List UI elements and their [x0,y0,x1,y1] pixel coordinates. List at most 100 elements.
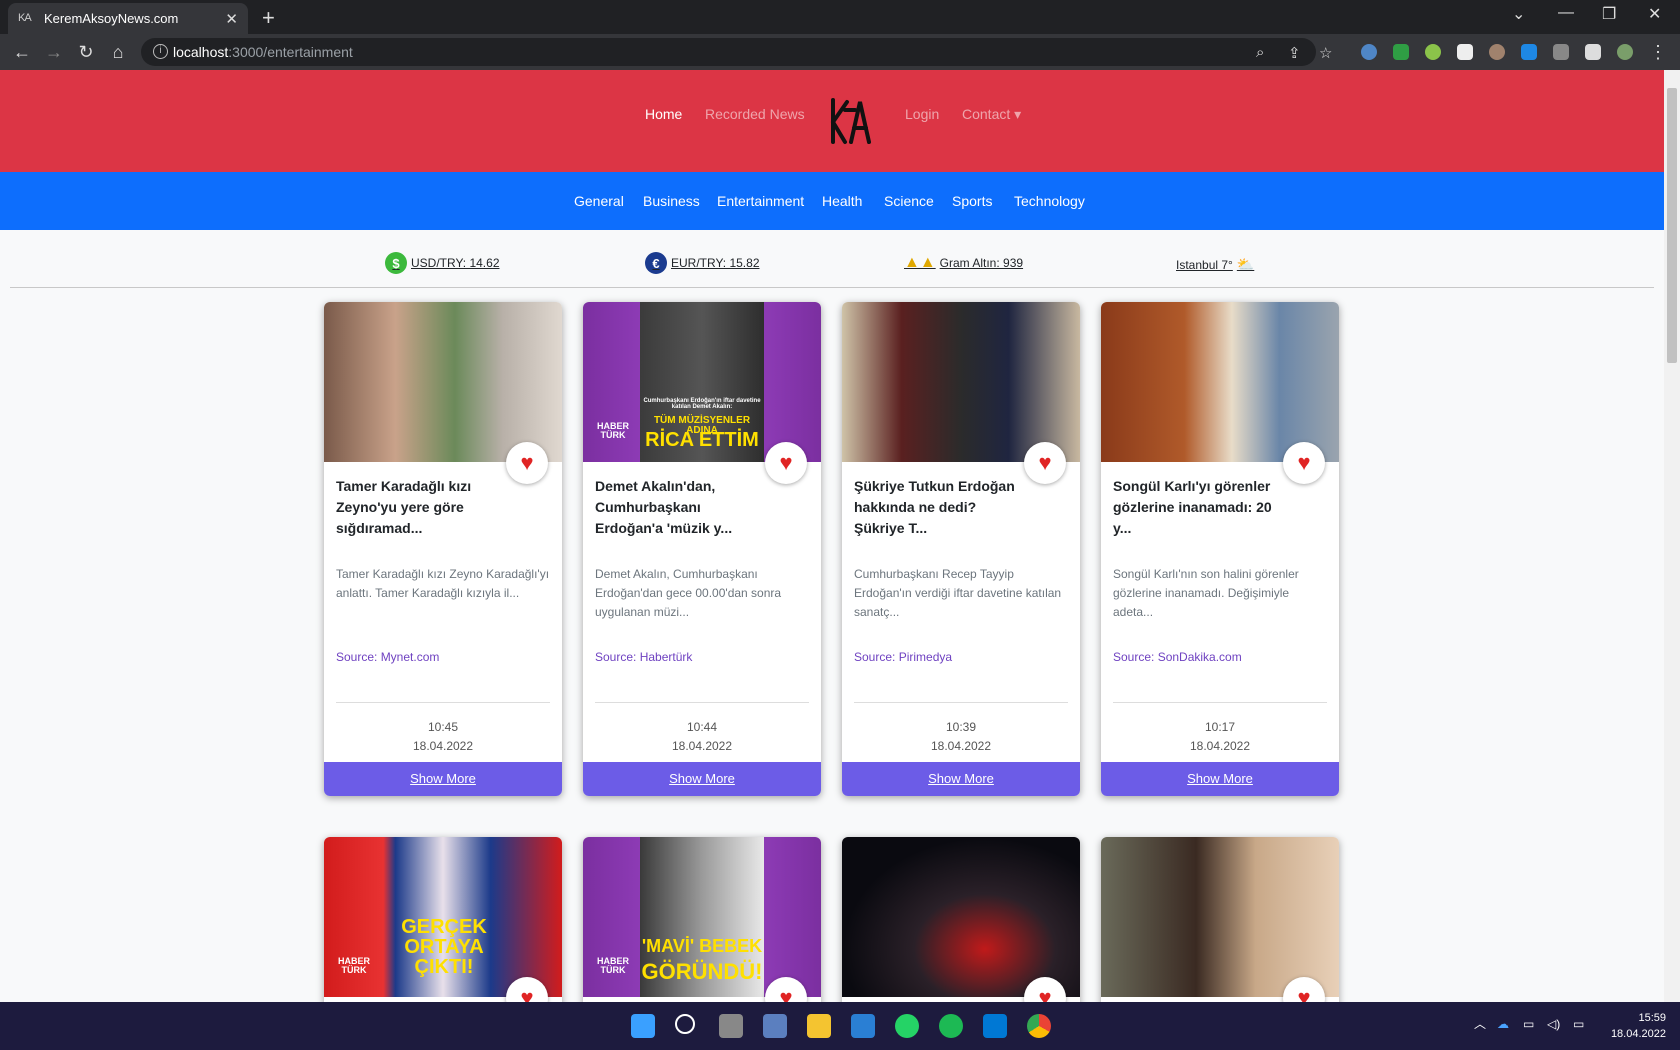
web-page: Home Recorded News Login Contact ▾ Gener… [0,70,1664,1002]
news-description: Cumhurbaşkanı Recep Tayyip Erdoğan'ın ve… [854,567,1062,619]
site-logo[interactable] [825,90,875,152]
file-explorer-icon[interactable] [807,1014,831,1038]
network-icon[interactable]: ▭ [1523,1016,1534,1032]
category-general-link[interactable]: General [574,193,624,209]
mail-icon[interactable] [851,1014,875,1038]
news-image[interactable]: 'MAVİ' BEBEK GÖRÜNDÜ! HABER TÜRK [583,837,821,997]
site-info-icon[interactable]: i [153,44,168,59]
browser-tab[interactable]: KA KeremAksoyNews.com ✕ [8,3,248,34]
back-icon[interactable]: ← [12,42,32,63]
usd-rate-link[interactable]: $ USD/TRY: 14.62 [385,252,500,274]
vscode-icon[interactable] [983,1014,1007,1038]
whatsapp-icon[interactable] [895,1014,919,1038]
news-date: 18.04.2022 [412,739,474,753]
news-title[interactable]: Tamer Karadağlı kızı Zeyno'yu yere göre … [336,476,506,539]
weather-link[interactable]: Istanbul 7° ⛅ [1176,256,1254,273]
news-card: Cumhurbaşkanı Erdoğan'ın iftar davetine … [583,302,821,796]
category-business-link[interactable]: Business [643,193,700,209]
news-title[interactable]: Şükriye Tutkun Erdoğan hakkında ne dedi?… [854,476,1024,539]
spotify-icon[interactable] [939,1014,963,1038]
image-caption-big2: RİCA ETTİM [645,429,759,451]
euro-icon: € [645,252,667,274]
profile-avatar[interactable] [1617,44,1633,60]
scrollbar-thumb[interactable] [1667,88,1677,363]
browser-tab-strip: KA KeremAksoyNews.com ✕ + ⌄ — ❐ ✕ [0,0,1680,34]
extension-1-icon[interactable] [1361,44,1377,60]
news-card: ♥ [1101,837,1339,1002]
news-image[interactable] [324,302,562,462]
new-tab-icon[interactable]: + [262,5,275,31]
nav-home-link[interactable]: Home [645,106,682,122]
haberturk-logo: HABER TÜRK [337,956,370,975]
start-icon[interactable] [631,1014,655,1038]
minimize-icon[interactable]: — [1558,4,1574,22]
side-panel-icon[interactable] [1585,44,1601,60]
extension-vpn-icon[interactable] [1521,44,1537,60]
maximize-icon[interactable]: ❐ [1602,4,1616,24]
reload-icon[interactable]: ↻ [76,42,96,63]
battery-icon[interactable]: ▭ [1573,1016,1584,1032]
gold-rate-link[interactable]: ▲▲ Gram Altın: 939 [904,254,1023,272]
news-image[interactable] [842,837,1080,997]
divider [1113,702,1327,703]
news-time: 10:39 [945,720,977,734]
info-ticker: $ USD/TRY: 14.62 € EUR/TRY: 15.82 ▲▲ Gra… [0,230,1664,286]
tab-search-icon[interactable]: ⌄ [1512,4,1525,24]
system-clock[interactable]: 15:59 18.04.2022 [1598,1010,1666,1042]
search-icon[interactable] [675,1014,695,1034]
news-image[interactable]: GERÇEK ORTAYA ÇIKTI! HABER TÜRK [324,837,562,997]
onedrive-icon[interactable]: ☁ [1497,1016,1509,1032]
forward-icon[interactable]: → [44,42,64,63]
extensions-puzzle-icon[interactable] [1553,44,1569,60]
menu-kebab-icon[interactable]: ⋮ [1648,42,1668,63]
extension-shield-icon[interactable] [1393,44,1409,60]
favorite-heart-icon[interactable]: ♥ [506,442,548,484]
tray-chevron-icon[interactable]: ︿ [1474,1016,1486,1032]
nav-recorded-news-link[interactable]: Recorded News [705,106,805,122]
extension-5-icon[interactable] [1489,44,1505,60]
category-science-link[interactable]: Science [884,193,934,209]
nav-contact-dropdown[interactable]: Contact ▾ [962,106,1021,123]
news-title[interactable]: Demet Akalın'dan, Cumhurbaşkanı Erdoğan'… [595,476,765,539]
news-title[interactable]: Songül Karlı'yı görenler gözlerine inana… [1113,476,1283,539]
news-image[interactable] [842,302,1080,462]
extension-3-icon[interactable] [1425,44,1441,60]
bookmark-star-icon[interactable]: ☆ [1319,44,1332,62]
share-icon[interactable]: ⇪ [1288,44,1301,62]
news-card: 'MAVİ' BEBEK GÖRÜNDÜ! HABER TÜRK ♥ [583,837,821,1002]
category-sports-link[interactable]: Sports [952,193,992,209]
favorite-heart-icon[interactable]: ♥ [1024,442,1066,484]
news-image[interactable] [1101,837,1339,997]
chrome-icon[interactable] [1027,1014,1051,1038]
news-card: GERÇEK ORTAYA ÇIKTI! HABER TÜRK ♥ [324,837,562,1002]
favorite-heart-icon[interactable]: ♥ [1283,442,1325,484]
show-more-button[interactable]: Show More [583,762,821,796]
eur-rate-text: EUR/TRY: 15.82 [671,256,760,270]
news-date: 18.04.2022 [930,739,992,753]
eur-rate-link[interactable]: € EUR/TRY: 15.82 [645,252,760,274]
clock-time: 15:59 [1638,1012,1666,1024]
news-source: Source: Habertürk [595,650,693,664]
category-health-link[interactable]: Health [822,193,862,209]
divider [854,702,1068,703]
window-close-icon[interactable]: ✕ [1648,4,1661,24]
nav-login-link[interactable]: Login [905,106,939,122]
show-more-button[interactable]: Show More [1101,762,1339,796]
favorite-heart-icon[interactable]: ♥ [765,442,807,484]
news-card: ♥ [842,837,1080,1002]
zoom-icon[interactable]: ⌕ [1256,44,1264,61]
extension-b-icon[interactable] [1457,44,1473,60]
category-technology-link[interactable]: Technology [1014,193,1085,209]
close-tab-icon[interactable]: ✕ [225,10,238,28]
home-icon[interactable]: ⌂ [108,42,128,63]
news-image[interactable] [1101,302,1339,462]
category-entertainment-link[interactable]: Entertainment [717,193,804,209]
weather-text: Istanbul 7° [1176,257,1233,272]
volume-icon[interactable]: ◁) [1547,1016,1560,1032]
news-image[interactable]: Cumhurbaşkanı Erdoğan'ın iftar davetine … [583,302,821,462]
photos-icon[interactable] [763,1014,787,1038]
url-field[interactable]: i localhost:3000/entertainment ⌕ ⇪ ☆ [141,38,1332,66]
show-more-button[interactable]: Show More [324,762,562,796]
task-view-icon[interactable] [719,1014,743,1038]
show-more-button[interactable]: Show More [842,762,1080,796]
